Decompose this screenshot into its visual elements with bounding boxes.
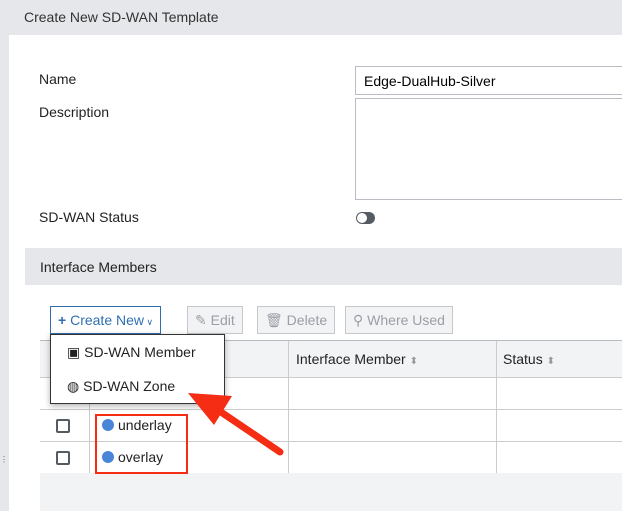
resize-handle-icon[interactable]: ⋮ xyxy=(0,455,8,464)
annotation-arrow xyxy=(188,393,284,456)
